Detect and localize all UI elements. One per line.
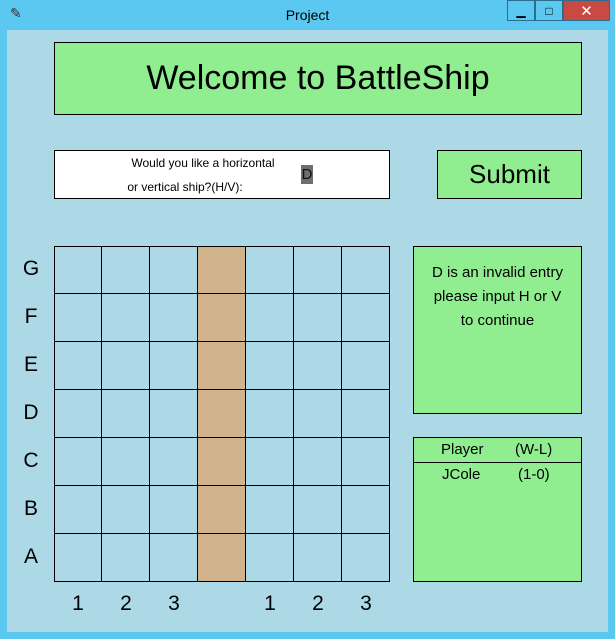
- board-cell[interactable]: [150, 246, 198, 294]
- board-cell[interactable]: [342, 246, 390, 294]
- board-cell[interactable]: [342, 390, 390, 438]
- board-cell[interactable]: [102, 534, 150, 582]
- ship-cell[interactable]: [198, 438, 246, 486]
- row-label-c: C: [23, 449, 39, 472]
- board-cell[interactable]: [294, 438, 342, 486]
- board-cell[interactable]: [54, 486, 102, 534]
- column-label-2: 2: [120, 592, 132, 615]
- status-message: D is an invalid entry please input H or …: [413, 246, 582, 414]
- board-cell[interactable]: [342, 294, 390, 342]
- player-column-header: Player: [441, 441, 484, 458]
- board-cell[interactable]: [150, 438, 198, 486]
- record-column-header: (W-L): [515, 441, 553, 458]
- scoreboard-header: Player (W-L): [414, 438, 581, 463]
- column-label-3: 3: [168, 592, 180, 615]
- ship-cell[interactable]: [198, 390, 246, 438]
- row-label-e: E: [23, 353, 38, 376]
- board-cell[interactable]: [294, 486, 342, 534]
- board-cell[interactable]: [150, 342, 198, 390]
- submit-button[interactable]: Submit: [437, 150, 582, 199]
- board-cell[interactable]: [150, 390, 198, 438]
- board-cell[interactable]: [54, 342, 102, 390]
- column-label-1: 1: [72, 592, 84, 615]
- board-cell[interactable]: [54, 246, 102, 294]
- close-button[interactable]: ✕: [563, 0, 610, 21]
- board-cell[interactable]: [54, 390, 102, 438]
- board-cell[interactable]: [54, 438, 102, 486]
- row-label-a: A: [23, 545, 38, 568]
- board-cell[interactable]: [102, 438, 150, 486]
- board-cell[interactable]: [246, 534, 294, 582]
- row-label-d: D: [23, 401, 39, 424]
- board-cell[interactable]: [246, 486, 294, 534]
- board-cell[interactable]: [102, 390, 150, 438]
- title-bar[interactable]: ✎ Project ▁ □ ✕: [0, 0, 615, 30]
- board-cell[interactable]: [342, 342, 390, 390]
- ship-cell[interactable]: [198, 246, 246, 294]
- board-cell[interactable]: [54, 534, 102, 582]
- board-cell[interactable]: [342, 534, 390, 582]
- board-cell[interactable]: [150, 486, 198, 534]
- player-name: JCole: [442, 466, 481, 483]
- scoreboard-row: JCole (1-0): [414, 463, 581, 487]
- board-cell[interactable]: [294, 342, 342, 390]
- scoreboard: Player (W-L) JCole (1-0): [413, 437, 582, 582]
- maximize-button[interactable]: □: [535, 0, 563, 21]
- board-cell[interactable]: [102, 486, 150, 534]
- ship-cell[interactable]: [198, 486, 246, 534]
- row-label-b: B: [23, 497, 38, 520]
- welcome-banner: Welcome to BattleShip: [54, 42, 582, 115]
- board-cell[interactable]: [294, 534, 342, 582]
- ship-cell[interactable]: [198, 534, 246, 582]
- ship-cell[interactable]: [198, 342, 246, 390]
- message-line1: D is an invalid entry: [432, 264, 563, 281]
- board-cell[interactable]: [342, 438, 390, 486]
- ship-cell[interactable]: [198, 294, 246, 342]
- board-cell[interactable]: [294, 390, 342, 438]
- board-cell[interactable]: [246, 246, 294, 294]
- board-cell[interactable]: [150, 534, 198, 582]
- game-board: [54, 246, 390, 582]
- prompt-text-line2: or vertical ship?(H/V):: [127, 180, 243, 194]
- board-cell[interactable]: [246, 390, 294, 438]
- minimize-button[interactable]: ▁: [507, 0, 535, 21]
- orientation-prompt: Would you like a horizontal or vertical …: [54, 150, 390, 199]
- board-cell[interactable]: [150, 294, 198, 342]
- row-label-g: G: [22, 257, 40, 280]
- board-cell[interactable]: [342, 486, 390, 534]
- player-record: (1-0): [518, 466, 550, 483]
- column-label-5: 1: [264, 592, 276, 615]
- orientation-input[interactable]: D: [301, 165, 313, 184]
- column-label-7: 3: [360, 592, 372, 615]
- board-cell[interactable]: [246, 294, 294, 342]
- message-line3: to continue: [460, 312, 535, 329]
- board-cell[interactable]: [54, 294, 102, 342]
- column-label-6: 2: [312, 592, 324, 615]
- board-cell[interactable]: [102, 246, 150, 294]
- board-cell[interactable]: [102, 294, 150, 342]
- board-cell[interactable]: [294, 294, 342, 342]
- message-line2: please input H or V: [433, 288, 562, 305]
- board-cell[interactable]: [294, 246, 342, 294]
- board-cell[interactable]: [102, 342, 150, 390]
- board-cell[interactable]: [246, 342, 294, 390]
- board-cell[interactable]: [246, 438, 294, 486]
- row-label-f: F: [24, 305, 38, 328]
